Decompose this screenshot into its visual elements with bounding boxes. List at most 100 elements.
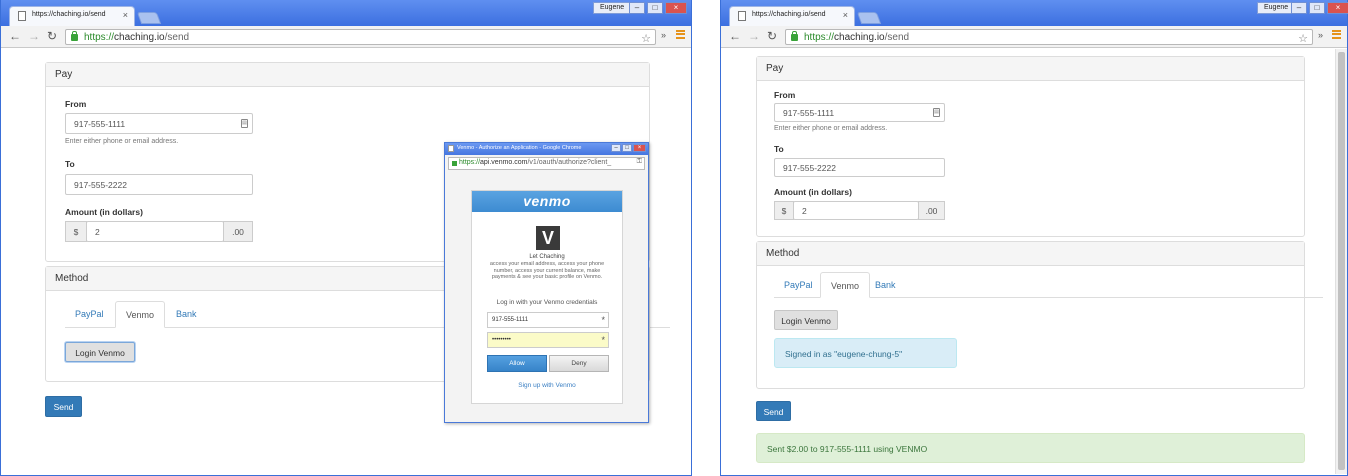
signed-in-alert: Signed in as "eugene-chung-5" (774, 338, 957, 368)
venmo-signup-link[interactable]: Sign up with Venmo (472, 382, 622, 389)
popup-window-controls: – □ × (611, 144, 646, 152)
venmo-login-card: venmo V Let Chaching access your email a… (471, 190, 623, 404)
browser-window-left: https://chaching.io/send × Eugene – □ × … (0, 0, 692, 476)
popup-url-scheme: https:// (459, 159, 481, 166)
window-controls: – □ × (629, 2, 687, 14)
tab-bank[interactable]: Bank (166, 301, 207, 328)
forward-arrow-icon[interactable]: → (28, 29, 40, 43)
browser-tab[interactable]: https://chaching.io/send × (9, 6, 135, 26)
close-window-button[interactable]: × (1327, 2, 1348, 14)
profile-badge[interactable]: Eugene (1257, 2, 1296, 14)
popup-title: Venmo - Authorize an Application - Googl… (457, 145, 582, 151)
from-input[interactable]: 917-555-1111 ▤ (774, 103, 945, 122)
contact-book-icon[interactable]: ▤ (933, 108, 940, 117)
reload-icon[interactable]: ↻ (767, 29, 777, 43)
venmo-password-input[interactable]: ••••••••• * (487, 332, 609, 348)
login-venmo-button[interactable]: Login Venmo (65, 342, 135, 362)
amount-value: 2 (802, 206, 807, 216)
method-heading: Method (757, 242, 1304, 266)
tab-paypal[interactable]: PayPal (774, 272, 823, 299)
to-value: 917-555-2222 (74, 180, 127, 190)
title-bar: https://chaching.io/send × Eugene – □ × (1, 0, 691, 26)
browser-tab[interactable]: https://chaching.io/send × (729, 6, 855, 26)
menu-icon[interactable] (676, 30, 685, 39)
tab-venmo[interactable]: Venmo (820, 272, 871, 298)
star-icon[interactable]: ☆ (641, 32, 651, 45)
contact-book-icon[interactable]: ▤ (241, 119, 248, 128)
tab-paypal[interactable]: PayPal (65, 301, 114, 328)
to-input[interactable]: 917-555-2222 (774, 158, 945, 177)
page-icon (448, 145, 454, 152)
address-bar[interactable]: https://chaching.io/send ☆ (65, 29, 656, 45)
menu-icon[interactable] (1332, 30, 1341, 39)
cents-addon: .00 (223, 221, 253, 242)
new-tab-button[interactable] (136, 12, 162, 24)
amount-label: Amount (in dollars) (65, 207, 143, 217)
tab-bank[interactable]: Bank (865, 272, 906, 299)
from-value: 917-555-1111 (783, 108, 835, 118)
venmo-deny-button[interactable]: Deny (549, 355, 609, 372)
maximize-button[interactable]: □ (1309, 2, 1325, 14)
from-value: 917-555-1111 (74, 119, 126, 129)
popup-address-bar[interactable]: https://api.venmo.com/v1/oauth/authorize… (448, 157, 645, 170)
title-bar: https://chaching.io/send × Eugene – □ × (721, 0, 1348, 26)
amount-input[interactable]: 2 (86, 221, 224, 242)
profile-badge[interactable]: Eugene (593, 2, 632, 14)
popup-maximize-button[interactable]: □ (622, 144, 632, 152)
back-arrow-icon[interactable]: ← (729, 29, 741, 43)
required-asterisk-icon: * (601, 315, 605, 325)
tab-close-icon[interactable]: × (123, 10, 128, 20)
login-venmo-button[interactable]: Login Venmo (774, 310, 838, 330)
minimize-button[interactable]: – (1291, 2, 1307, 14)
url-host: chaching.io (114, 32, 165, 43)
url-host: chaching.io (834, 32, 885, 43)
venmo-allow-button[interactable]: Allow (487, 355, 547, 372)
amount-input[interactable]: 2 (793, 201, 919, 220)
page-scrollbar[interactable] (1335, 49, 1347, 474)
popup-minimize-button[interactable]: – (611, 144, 621, 152)
from-help-text: Enter either phone or email address. (774, 125, 888, 132)
venmo-username-input[interactable]: 917-555-1111 * (487, 312, 609, 328)
back-arrow-icon[interactable]: ← (9, 29, 21, 43)
pay-heading: Pay (757, 57, 1304, 81)
amount-value: 2 (95, 227, 100, 237)
send-button[interactable]: Send (45, 396, 82, 417)
address-bar[interactable]: https://chaching.io/send ☆ (785, 29, 1313, 45)
venmo-login-prompt: Log in with your Venmo credentials (496, 299, 598, 306)
forward-arrow-icon[interactable]: → (748, 29, 760, 43)
new-tab-button[interactable] (856, 12, 882, 24)
pay-heading: Pay (46, 63, 649, 87)
popup-title-bar: Venmo - Authorize an Application - Googl… (445, 143, 648, 155)
from-input[interactable]: 917-555-1111 ▤ (65, 113, 253, 134)
url-path: /send (884, 32, 910, 43)
currency-addon: $ (774, 201, 794, 220)
tab-title: https://chaching.io/send (752, 11, 826, 18)
tab-venmo[interactable]: Venmo (115, 301, 166, 328)
minimize-button[interactable]: – (629, 2, 645, 14)
key-icon[interactable]: ⚿ (636, 158, 642, 166)
venmo-app-name: Let Chaching (529, 254, 565, 260)
maximize-button[interactable]: □ (647, 2, 663, 14)
page-icon (738, 11, 746, 21)
tab-close-icon[interactable]: × (843, 10, 848, 20)
venmo-password-value: ••••••••• (492, 337, 511, 343)
to-label: To (774, 144, 784, 154)
amount-label: Amount (in dollars) (774, 187, 852, 197)
popup-close-button[interactable]: × (633, 144, 646, 152)
star-icon[interactable]: ☆ (1298, 32, 1308, 45)
popup-url-host: api.venmo.com (480, 159, 528, 166)
url-scheme: https:// (804, 32, 835, 43)
reload-icon[interactable]: ↻ (47, 29, 57, 43)
browser-toolbar: ← → ↻ https://chaching.io/send ☆ » (721, 26, 1347, 48)
extensions-chevron-icon[interactable]: » (661, 30, 666, 40)
extensions-chevron-icon[interactable]: » (1318, 30, 1323, 40)
scrollbar-thumb[interactable] (1338, 52, 1345, 470)
send-button[interactable]: Send (756, 401, 791, 421)
to-label: To (65, 159, 75, 169)
close-window-button[interactable]: × (665, 2, 687, 14)
to-input[interactable]: 917-555-2222 (65, 174, 253, 195)
venmo-auth-popup: Venmo - Authorize an Application - Googl… (444, 142, 649, 423)
lock-icon (791, 31, 798, 41)
currency-addon: $ (65, 221, 87, 242)
cents-addon: .00 (918, 201, 945, 220)
